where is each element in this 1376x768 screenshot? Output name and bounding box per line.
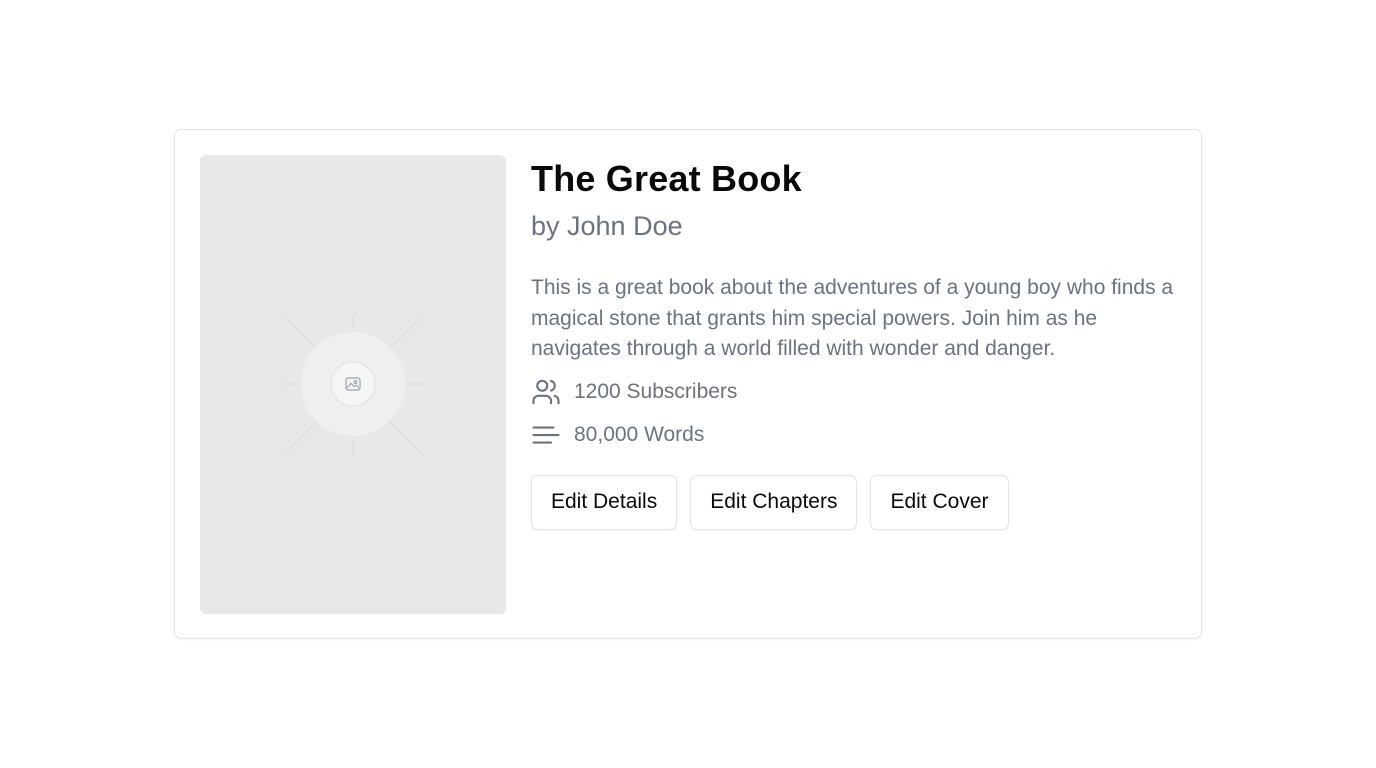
edit-details-button[interactable]: Edit Details (531, 474, 678, 530)
edit-chapters-button[interactable]: Edit Chapters (690, 474, 858, 530)
book-author: by John Doe (531, 211, 683, 241)
book-description: This is a great book about the adventure… (531, 276, 1174, 360)
text-lines-icon (531, 420, 561, 450)
subscribers-stat: 1200 Subscribers (531, 377, 1181, 407)
book-card: The Great Book by John Doe This is a gre… (174, 129, 1202, 639)
edit-cover-button[interactable]: Edit Cover (870, 474, 1009, 530)
book-cover-placeholder[interactable] (200, 155, 506, 614)
words-stat: 80,000 Words (531, 420, 1181, 450)
book-title: The Great Book (531, 158, 802, 199)
word-count: 80,000 Words (574, 422, 705, 446)
users-icon (531, 377, 561, 407)
book-info: The Great Book by John Doe This is a gre… (531, 157, 1181, 530)
image-placeholder-icon (282, 314, 424, 456)
book-actions: Edit Details Edit Chapters Edit Cover (531, 474, 1181, 530)
subscribers-count: 1200 Subscribers (574, 379, 738, 403)
